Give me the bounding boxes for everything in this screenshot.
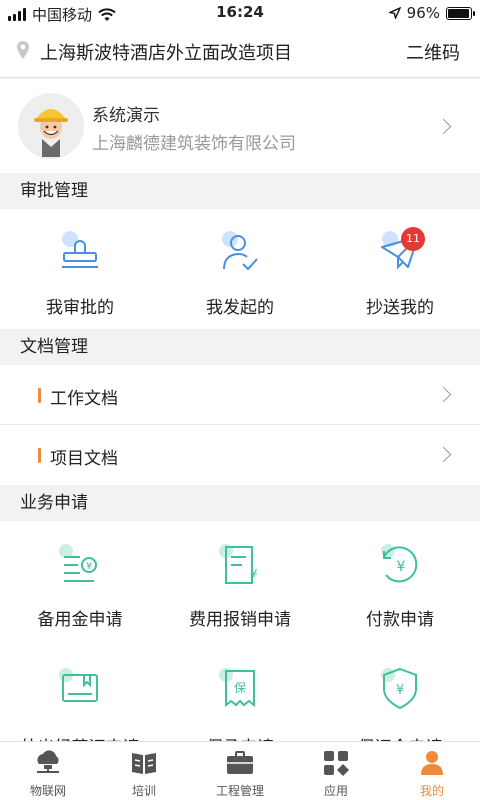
deposit-shield-icon: ¥ xyxy=(381,667,417,710)
row-accent-bar xyxy=(38,388,41,403)
avatar xyxy=(18,93,84,159)
approval-item-mine[interactable]: 我审批的 xyxy=(0,209,160,329)
approval-item-cc[interactable]: 11 抄送我的 xyxy=(320,209,480,329)
row-accent-bar xyxy=(38,448,41,463)
business-label: 费用报销申请 xyxy=(189,610,291,630)
guarantee-letter-icon: 保 xyxy=(219,668,255,708)
doc-row-label: 工作文档 xyxy=(50,389,118,409)
project-header: 上海斯波特酒店外立面改造项目 二维码 xyxy=(0,26,480,78)
iot-icon xyxy=(37,750,59,773)
user-name: 系统演示 xyxy=(92,106,160,126)
approval-label: 我审批的 xyxy=(46,298,114,318)
svg-text:保: 保 xyxy=(234,681,246,695)
svg-text:¥: ¥ xyxy=(251,567,258,580)
section-title-approval: 审批管理 xyxy=(0,173,480,209)
stamp-icon xyxy=(62,231,98,268)
svg-text:¥: ¥ xyxy=(397,559,406,575)
business-item-expense[interactable]: ¥ 费用报销申请 xyxy=(160,521,320,641)
approval-grid: 我审批的 我发起的 11 抄送我的 xyxy=(0,209,480,329)
doc-row-project[interactable]: 项目文档 xyxy=(0,425,480,485)
chevron-right-icon xyxy=(435,386,452,403)
location-arrow-icon xyxy=(388,7,401,19)
tab-label: 应用 xyxy=(323,784,348,798)
payment-icon: ¥ xyxy=(381,544,418,583)
business-item-permit[interactable]: 外出经营证申请 xyxy=(0,641,160,741)
business-label: 保证金申请 xyxy=(320,733,480,741)
approval-label: 我发起的 xyxy=(206,298,274,318)
business-label: 外出经营证申请 xyxy=(0,733,160,741)
tab-iot[interactable]: 物联网 xyxy=(0,742,96,800)
status-bar: 中国移动 16:24 96% xyxy=(0,0,480,26)
user-company: 上海麟德建筑装饰有限公司 xyxy=(92,134,296,154)
approval-item-initiated[interactable]: 我发起的 xyxy=(160,209,320,329)
certificate-icon xyxy=(59,668,98,702)
tab-training[interactable]: 培训 xyxy=(96,742,192,800)
chevron-right-icon xyxy=(435,118,452,135)
user-icon xyxy=(421,751,443,775)
doc-row-label: 项目文档 xyxy=(50,449,118,469)
svg-text:¥: ¥ xyxy=(86,561,92,572)
bottom-tab-bar: 物联网 培训 工程管理 应用 我的 xyxy=(0,741,480,800)
cash-icon: ¥ xyxy=(59,544,97,582)
business-label: 备用金申请 xyxy=(37,610,123,630)
location-pin-icon xyxy=(17,41,29,59)
section-title-business: 业务申请 xyxy=(0,485,480,521)
briefcase-icon xyxy=(227,751,253,774)
business-label: 付款申请 xyxy=(366,610,434,630)
approval-label: 抄送我的 xyxy=(366,298,434,318)
business-item-deposit[interactable]: ¥ 保证金申请 xyxy=(320,641,480,741)
doc-row-work[interactable]: 工作文档 xyxy=(0,365,480,425)
section-title-docs: 文档管理 xyxy=(0,329,480,365)
business-item-guarantee[interactable]: 保 保函申请 xyxy=(160,641,320,741)
receipt-icon: ¥ xyxy=(219,544,258,584)
tab-engineering[interactable]: 工程管理 xyxy=(192,742,288,800)
business-item-payment[interactable]: ¥ 付款申请 xyxy=(320,521,480,641)
battery-percent: 96% xyxy=(406,4,440,22)
project-selector[interactable]: 上海斯波特酒店外立面改造项目 xyxy=(40,39,292,65)
profile-card[interactable]: 系统演示 上海麟德建筑装饰有限公司 xyxy=(0,79,480,173)
tab-label: 工程管理 xyxy=(215,784,264,798)
person-check-icon xyxy=(222,231,258,271)
apps-icon xyxy=(324,751,349,776)
battery-icon xyxy=(446,6,475,20)
qr-code-button[interactable]: 二维码 xyxy=(406,39,460,65)
tab-label: 培训 xyxy=(131,784,156,798)
book-icon xyxy=(132,753,156,774)
tab-me[interactable]: 我的 xyxy=(384,742,480,800)
business-label: 保函申请 xyxy=(160,733,320,741)
tab-label: 我的 xyxy=(419,784,444,798)
tab-apps[interactable]: 应用 xyxy=(288,742,384,800)
chevron-right-icon xyxy=(435,446,452,463)
business-item-petty-cash[interactable]: ¥ 备用金申请 xyxy=(0,521,160,641)
tab-label: 物联网 xyxy=(29,784,66,798)
notification-badge: 11 xyxy=(401,227,425,251)
svg-text:¥: ¥ xyxy=(396,683,404,698)
business-grid: ¥ 备用金申请 ¥ 费用报销申请 ¥ 付款申请 外出经营证申请 xyxy=(0,521,480,741)
